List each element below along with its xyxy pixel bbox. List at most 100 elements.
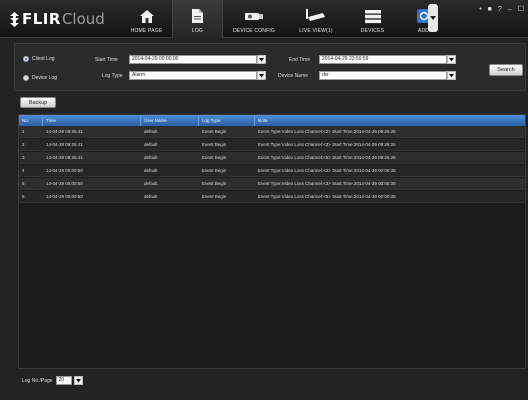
cell-no: 1 xyxy=(22,129,25,134)
cell-log-type: Event Begin xyxy=(202,142,227,147)
radio-unselected-icon xyxy=(23,75,29,81)
chevron-down-icon xyxy=(449,74,454,78)
cell-note: Event Type:Video Loss Channel:<3> Start … xyxy=(258,181,396,186)
radio-selected-icon xyxy=(23,56,29,62)
backup-button[interactable]: Backup xyxy=(20,97,56,108)
cell-user-name: default xyxy=(144,142,158,147)
chevron-down-icon xyxy=(430,16,436,20)
table-row[interactable]: 1 14-04-29 09:26:41 default Event Begin … xyxy=(19,126,525,138)
cell-log-type: Event Begin xyxy=(202,168,227,173)
end-time-field[interactable]: 2014-04-29 23:59:59 xyxy=(319,55,447,64)
log-type-label: Log Type xyxy=(102,73,123,79)
flir-cloud-window: FLIR Cloud HOME PAGE LOG DEVICE CONFIG L… xyxy=(0,0,528,400)
device-log-label: Device Log xyxy=(32,75,58,81)
client-log-label: Client Log xyxy=(32,56,55,62)
top-bar: FLIR Cloud HOME PAGE LOG DEVICE CONFIG L… xyxy=(0,0,528,38)
table-row[interactable]: 6 14-04-29 00:00:50 default Event Begin … xyxy=(19,191,525,203)
flir-logo-icon xyxy=(10,11,19,27)
start-time-field[interactable]: 2014-04-29 00:00:00 xyxy=(129,55,257,64)
column-header-note[interactable]: Note xyxy=(255,115,525,126)
end-time-picker-button[interactable] xyxy=(447,55,456,64)
nav-scroll-handle[interactable] xyxy=(428,4,438,32)
maximize-icon[interactable]: ☐ xyxy=(518,6,524,14)
cell-user-name: default xyxy=(144,129,158,134)
column-header-no[interactable]: No. xyxy=(19,115,43,126)
chevron-down-icon xyxy=(259,58,264,62)
main-nav: HOME PAGE LOG DEVICE CONFIG LIVE VIEW(1) xyxy=(121,0,449,38)
cell-log-type: Event Begin xyxy=(202,194,227,199)
cell-note: Event Type:Video Loss Channel:<5> Start … xyxy=(258,155,396,160)
help-icon[interactable]: ? xyxy=(498,6,502,14)
log-type-select[interactable]: Alarm xyxy=(129,71,257,80)
lock-icon[interactable]: ■ xyxy=(488,6,492,14)
cell-no: 6 xyxy=(22,194,25,199)
nav-device-config[interactable]: DEVICE CONFIG xyxy=(223,0,285,38)
table-header: No. Time User Name Log Type Note xyxy=(19,115,525,126)
cell-note: Event Type:Video Loss Channel:<3> Start … xyxy=(258,142,396,147)
nav-add[interactable]: ADD xyxy=(398,0,449,38)
table-row[interactable]: 3 14-04-29 09:26:41 default Event Begin … xyxy=(19,152,525,164)
per-page-select[interactable]: 20 xyxy=(55,376,72,385)
chevron-down-icon xyxy=(75,379,81,383)
nav-home-page[interactable]: HOME PAGE xyxy=(121,0,172,38)
pagination-footer: Log No./Page 20 xyxy=(22,376,83,385)
cell-log-type: Event Begin xyxy=(202,129,227,134)
cell-time: 14-04-29 00:00:50 xyxy=(46,194,83,199)
log-table: No. Time User Name Log Type Note 1 14-04… xyxy=(18,114,526,369)
cell-note: Event Type:Video Loss Channel:<5> Start … xyxy=(258,194,396,199)
device-name-select[interactable]: dvr xyxy=(319,71,447,80)
device-log-radio[interactable]: Device Log xyxy=(23,75,57,81)
cell-user-name: default xyxy=(144,168,158,173)
nav-home-page-label: HOME PAGE xyxy=(130,28,163,34)
cell-time: 14-04-29 00:00:50 xyxy=(46,168,83,173)
search-button[interactable]: Search xyxy=(489,64,523,76)
cell-log-type: Event Begin xyxy=(202,181,227,186)
device-name-label: Device Name xyxy=(278,73,309,79)
start-time-picker-button[interactable] xyxy=(257,55,266,64)
cell-no: 3 xyxy=(22,155,25,160)
start-time-label: Start Time xyxy=(95,57,118,63)
logo-product-text: Cloud xyxy=(61,10,105,28)
column-header-time[interactable]: Time xyxy=(43,115,141,126)
document-icon xyxy=(187,7,209,25)
nav-log[interactable]: LOG xyxy=(172,0,223,38)
table-row[interactable]: 2 14-04-29 09:26:41 default Event Begin … xyxy=(19,139,525,151)
cell-note: Event Type:Video Loss Channel:<2> Start … xyxy=(258,129,396,134)
device-name-dropdown-button[interactable] xyxy=(447,71,456,80)
chevron-down-icon xyxy=(449,58,454,62)
end-time-label: End Time xyxy=(289,57,311,63)
per-page-dropdown-button[interactable] xyxy=(73,376,83,385)
cell-no: 2 xyxy=(22,142,25,147)
cell-time: 14-04-29 09:26:41 xyxy=(46,129,83,134)
cell-time: 14-04-29 00:00:50 xyxy=(46,181,83,186)
flir-logo: FLIR Cloud xyxy=(9,10,105,28)
client-log-radio[interactable]: Client Log xyxy=(23,56,55,62)
cell-time: 14-04-29 09:26:41 xyxy=(46,142,83,147)
cell-user-name: default xyxy=(144,181,158,186)
log-filter-panel: Client Log Device Log Start Time 2014-04… xyxy=(14,43,526,91)
user-icon[interactable]: • xyxy=(479,6,481,14)
table-row[interactable]: 5 14-04-29 00:00:50 default Event Begin … xyxy=(19,178,525,190)
dvr-icon xyxy=(362,7,384,25)
nav-devices-label: DEVICES xyxy=(360,28,385,34)
chevron-down-icon xyxy=(259,74,264,78)
nav-live-view[interactable]: LIVE VIEW(1) xyxy=(285,0,347,38)
camera-live-icon xyxy=(305,7,327,25)
cell-user-name: default xyxy=(144,155,158,160)
cell-note: Event Type:Video Loss Channel:<2> Start … xyxy=(258,168,396,173)
cell-user-name: default xyxy=(144,194,158,199)
minimize-icon[interactable]: – xyxy=(508,6,512,14)
cell-time: 14-04-29 09:26:41 xyxy=(46,155,83,160)
table-row[interactable]: 4 14-04-29 00:00:50 default Event Begin … xyxy=(19,165,525,177)
log-type-dropdown-button[interactable] xyxy=(257,71,266,80)
home-icon xyxy=(136,7,158,25)
nav-devices[interactable]: DEVICES xyxy=(347,0,398,38)
column-header-log-type[interactable]: Log Type xyxy=(199,115,255,126)
cell-no: 5 xyxy=(22,181,25,186)
cell-log-type: Event Begin xyxy=(202,155,227,160)
window-controls: • ■ ? – ☐ xyxy=(479,6,524,14)
column-header-user-name[interactable]: User Name xyxy=(141,115,199,126)
nav-log-label: LOG xyxy=(191,28,204,34)
per-page-label: Log No./Page xyxy=(22,377,53,384)
cell-no: 4 xyxy=(22,168,25,173)
